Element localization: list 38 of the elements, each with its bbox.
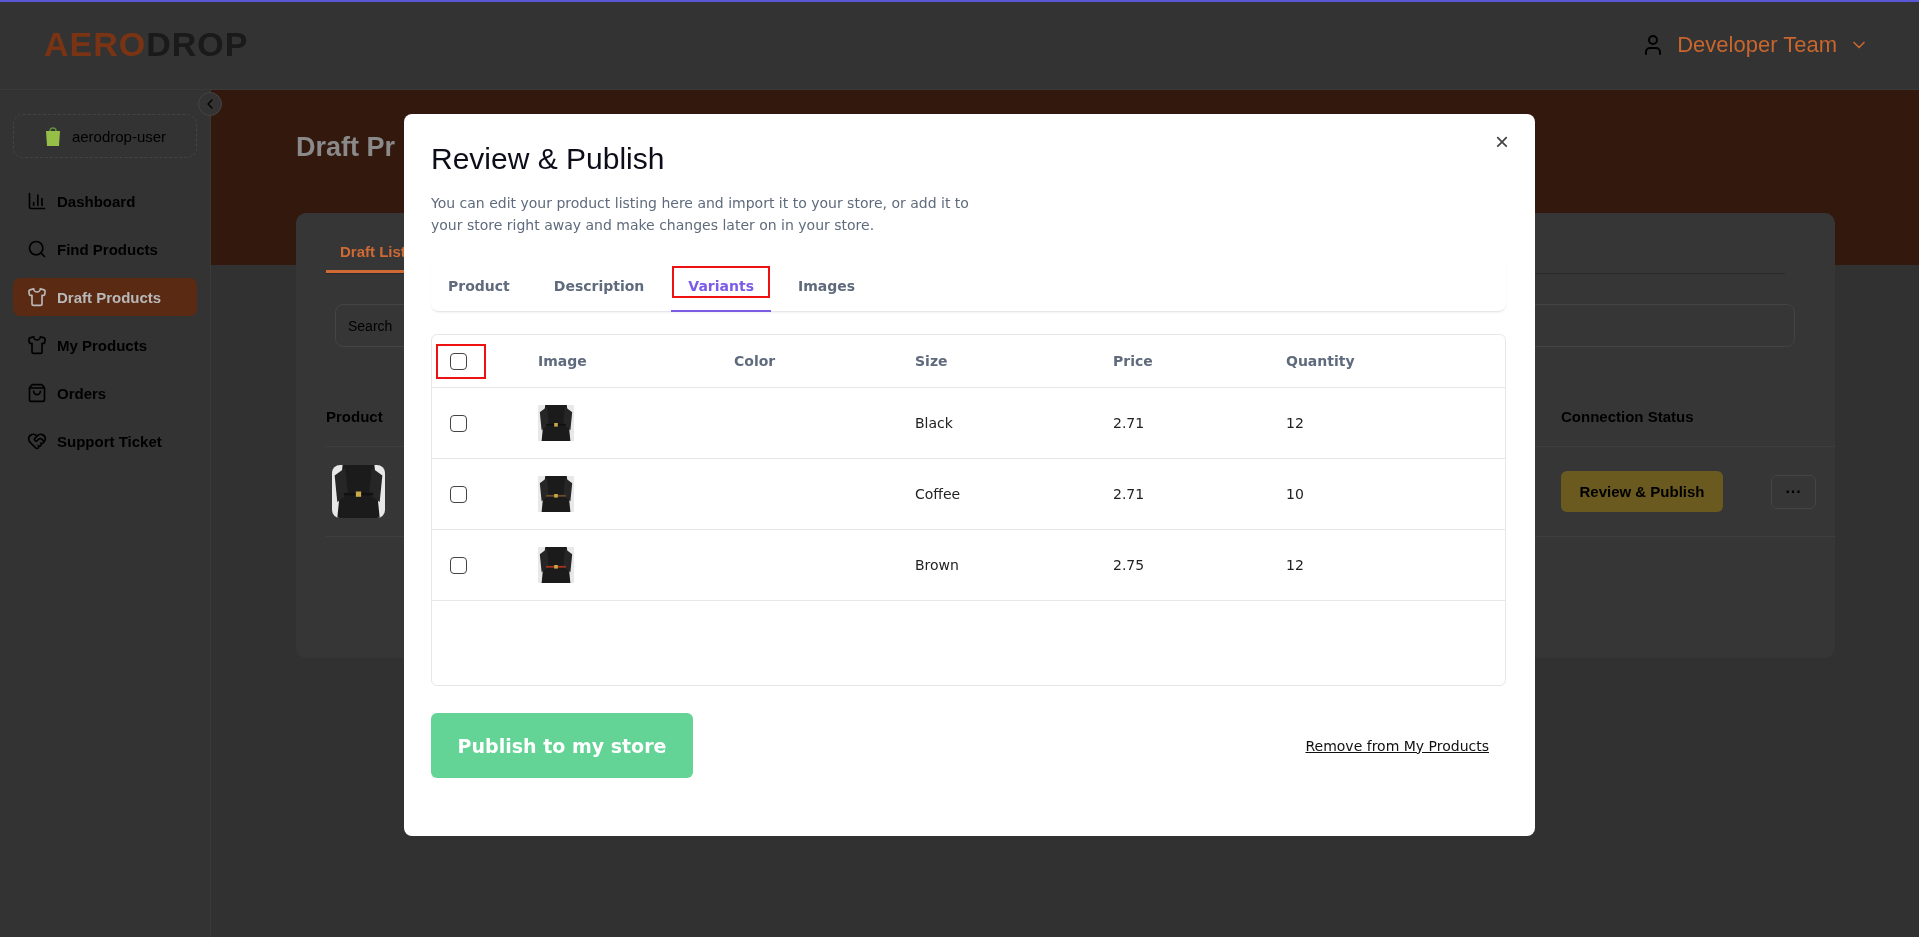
table-cell-text: Brown	[915, 557, 960, 573]
heart-handshake-icon	[27, 431, 47, 451]
nav-item[interactable]: Draft Products	[13, 278, 197, 316]
dialog-description: You can edit your product listing here and import it to your store, or add it to your store right away and make changes later on in your store.	[431, 194, 970, 235]
table-cell-text: 12	[1286, 557, 1305, 573]
bar-chart-icon	[27, 191, 47, 211]
table-cell-text: 2.71	[1113, 415, 1146, 431]
row-checkbox[interactable]	[450, 485, 467, 503]
tab[interactable]: Product	[431, 262, 527, 312]
shirt-icon	[27, 335, 47, 355]
search-icon	[27, 239, 47, 259]
table-cell-text: 2.71	[1113, 486, 1146, 502]
table-cell-text: Coffee	[915, 486, 962, 502]
table-cell-text: 10	[1286, 486, 1305, 502]
table-cell-text: 2.75	[1113, 557, 1146, 573]
table-cell-text: Black	[915, 415, 954, 431]
dialog-title: Review & Publish	[431, 142, 666, 176]
shopping-bag-icon	[43, 126, 62, 146]
publish-button[interactable]: Publish to my store	[431, 713, 693, 778]
column-header: Price	[1113, 353, 1154, 369]
column-header: Image	[538, 353, 588, 369]
row-checkbox[interactable]	[450, 556, 467, 574]
tab[interactable]: Images	[781, 262, 873, 312]
shopping-bag-icon	[27, 383, 47, 403]
page-title: Draft Pr	[296, 132, 396, 163]
more-button[interactable]: ···	[1771, 474, 1816, 509]
table-cell-text: 12	[1286, 415, 1305, 431]
user-name[interactable]: Developer Team	[1677, 31, 1837, 58]
row-checkbox[interactable]	[450, 414, 467, 432]
remove-link[interactable]: Remove from My Products	[1305, 737, 1489, 754]
review-publish-button[interactable]: Review & Publish	[1561, 471, 1723, 512]
select-all-checkbox[interactable]	[450, 352, 467, 370]
column-header: Size	[915, 353, 949, 369]
column-header: Color	[734, 353, 777, 369]
column-header: Quantity	[1286, 353, 1356, 369]
shirt-icon	[27, 287, 47, 307]
tab[interactable]: Description	[536, 262, 662, 312]
close-button[interactable]: ×	[1491, 128, 1513, 156]
